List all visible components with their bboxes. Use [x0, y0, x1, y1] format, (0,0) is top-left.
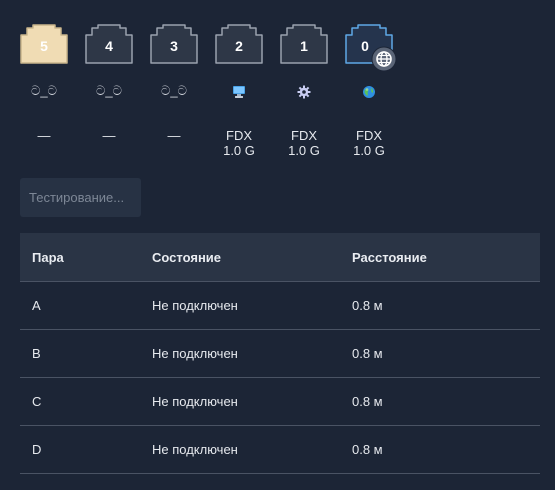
table-row: C Не подключен 0.8 м [20, 378, 540, 426]
port-speed: — [37, 128, 51, 143]
distance-cell: 0.8 м [352, 394, 383, 409]
port-number: 1 [300, 38, 308, 54]
port-4[interactable]: 4 ට_ට — [77, 24, 141, 164]
table-row: A Не подключен 0.8 м [20, 282, 540, 330]
table-row: D Не подключен 0.8 м [20, 426, 540, 474]
table-row: B Не подключен 0.8 м [20, 330, 540, 378]
gear-icon [272, 82, 336, 100]
port-speed: — [102, 128, 116, 143]
status-cell: Не подключен [152, 442, 238, 457]
port-status-panel: 5 ට_ට — 4 ට_ට — 3 ට_ට — 2 FDX 1.0 G 1 FD… [0, 0, 555, 490]
table-header: Пара Состояние Расстояние [20, 233, 540, 282]
column-header-status: Состояние [152, 249, 222, 265]
pair-cell: A [32, 298, 41, 313]
port-number: 4 [105, 38, 113, 54]
cable-test-table: Пара Состояние Расстояние A Не подключен… [20, 233, 540, 474]
globe-icon [337, 82, 401, 100]
unplugged-icon: ට_ට [31, 83, 57, 98]
pair-cell: C [32, 394, 42, 409]
status-cell: Не подключен [152, 346, 238, 361]
port-speed: — [167, 128, 181, 143]
column-header-distance: Расстояние [352, 249, 427, 265]
port-speed: FDX 1.0 G [223, 128, 255, 158]
port-2[interactable]: 2 FDX 1.0 G [207, 24, 271, 164]
port-1[interactable]: 1 FDX 1.0 G [272, 24, 336, 164]
ports-row: 5 ට_ට — 4 ට_ට — 3 ට_ට — 2 FDX 1.0 G 1 FD… [0, 0, 555, 170]
port-3[interactable]: 3 ට_ට — [142, 24, 206, 164]
distance-cell: 0.8 м [352, 442, 383, 457]
port-5[interactable]: 5 ට_ට — [12, 24, 76, 164]
cable-test-button[interactable]: Тестирование... [20, 178, 141, 217]
pair-cell: B [32, 346, 41, 361]
status-cell: Не подключен [152, 394, 238, 409]
distance-cell: 0.8 м [352, 346, 383, 361]
port-number: 3 [170, 38, 178, 54]
port-0[interactable]: 0 FDX 1.0 G [337, 24, 401, 164]
port-number: 5 [40, 38, 48, 54]
port-number: 2 [235, 38, 243, 54]
unplugged-icon: ට_ට [161, 83, 187, 98]
port-speed: FDX 1.0 G [353, 128, 385, 158]
distance-cell: 0.8 м [352, 298, 383, 313]
status-cell: Не подключен [152, 298, 238, 313]
computer-icon [207, 82, 271, 100]
column-header-pair: Пара [32, 249, 64, 265]
port-speed: FDX 1.0 G [288, 128, 320, 158]
unplugged-icon: ට_ට [96, 83, 122, 98]
pair-cell: D [32, 442, 42, 457]
internet-badge-icon [371, 46, 397, 72]
